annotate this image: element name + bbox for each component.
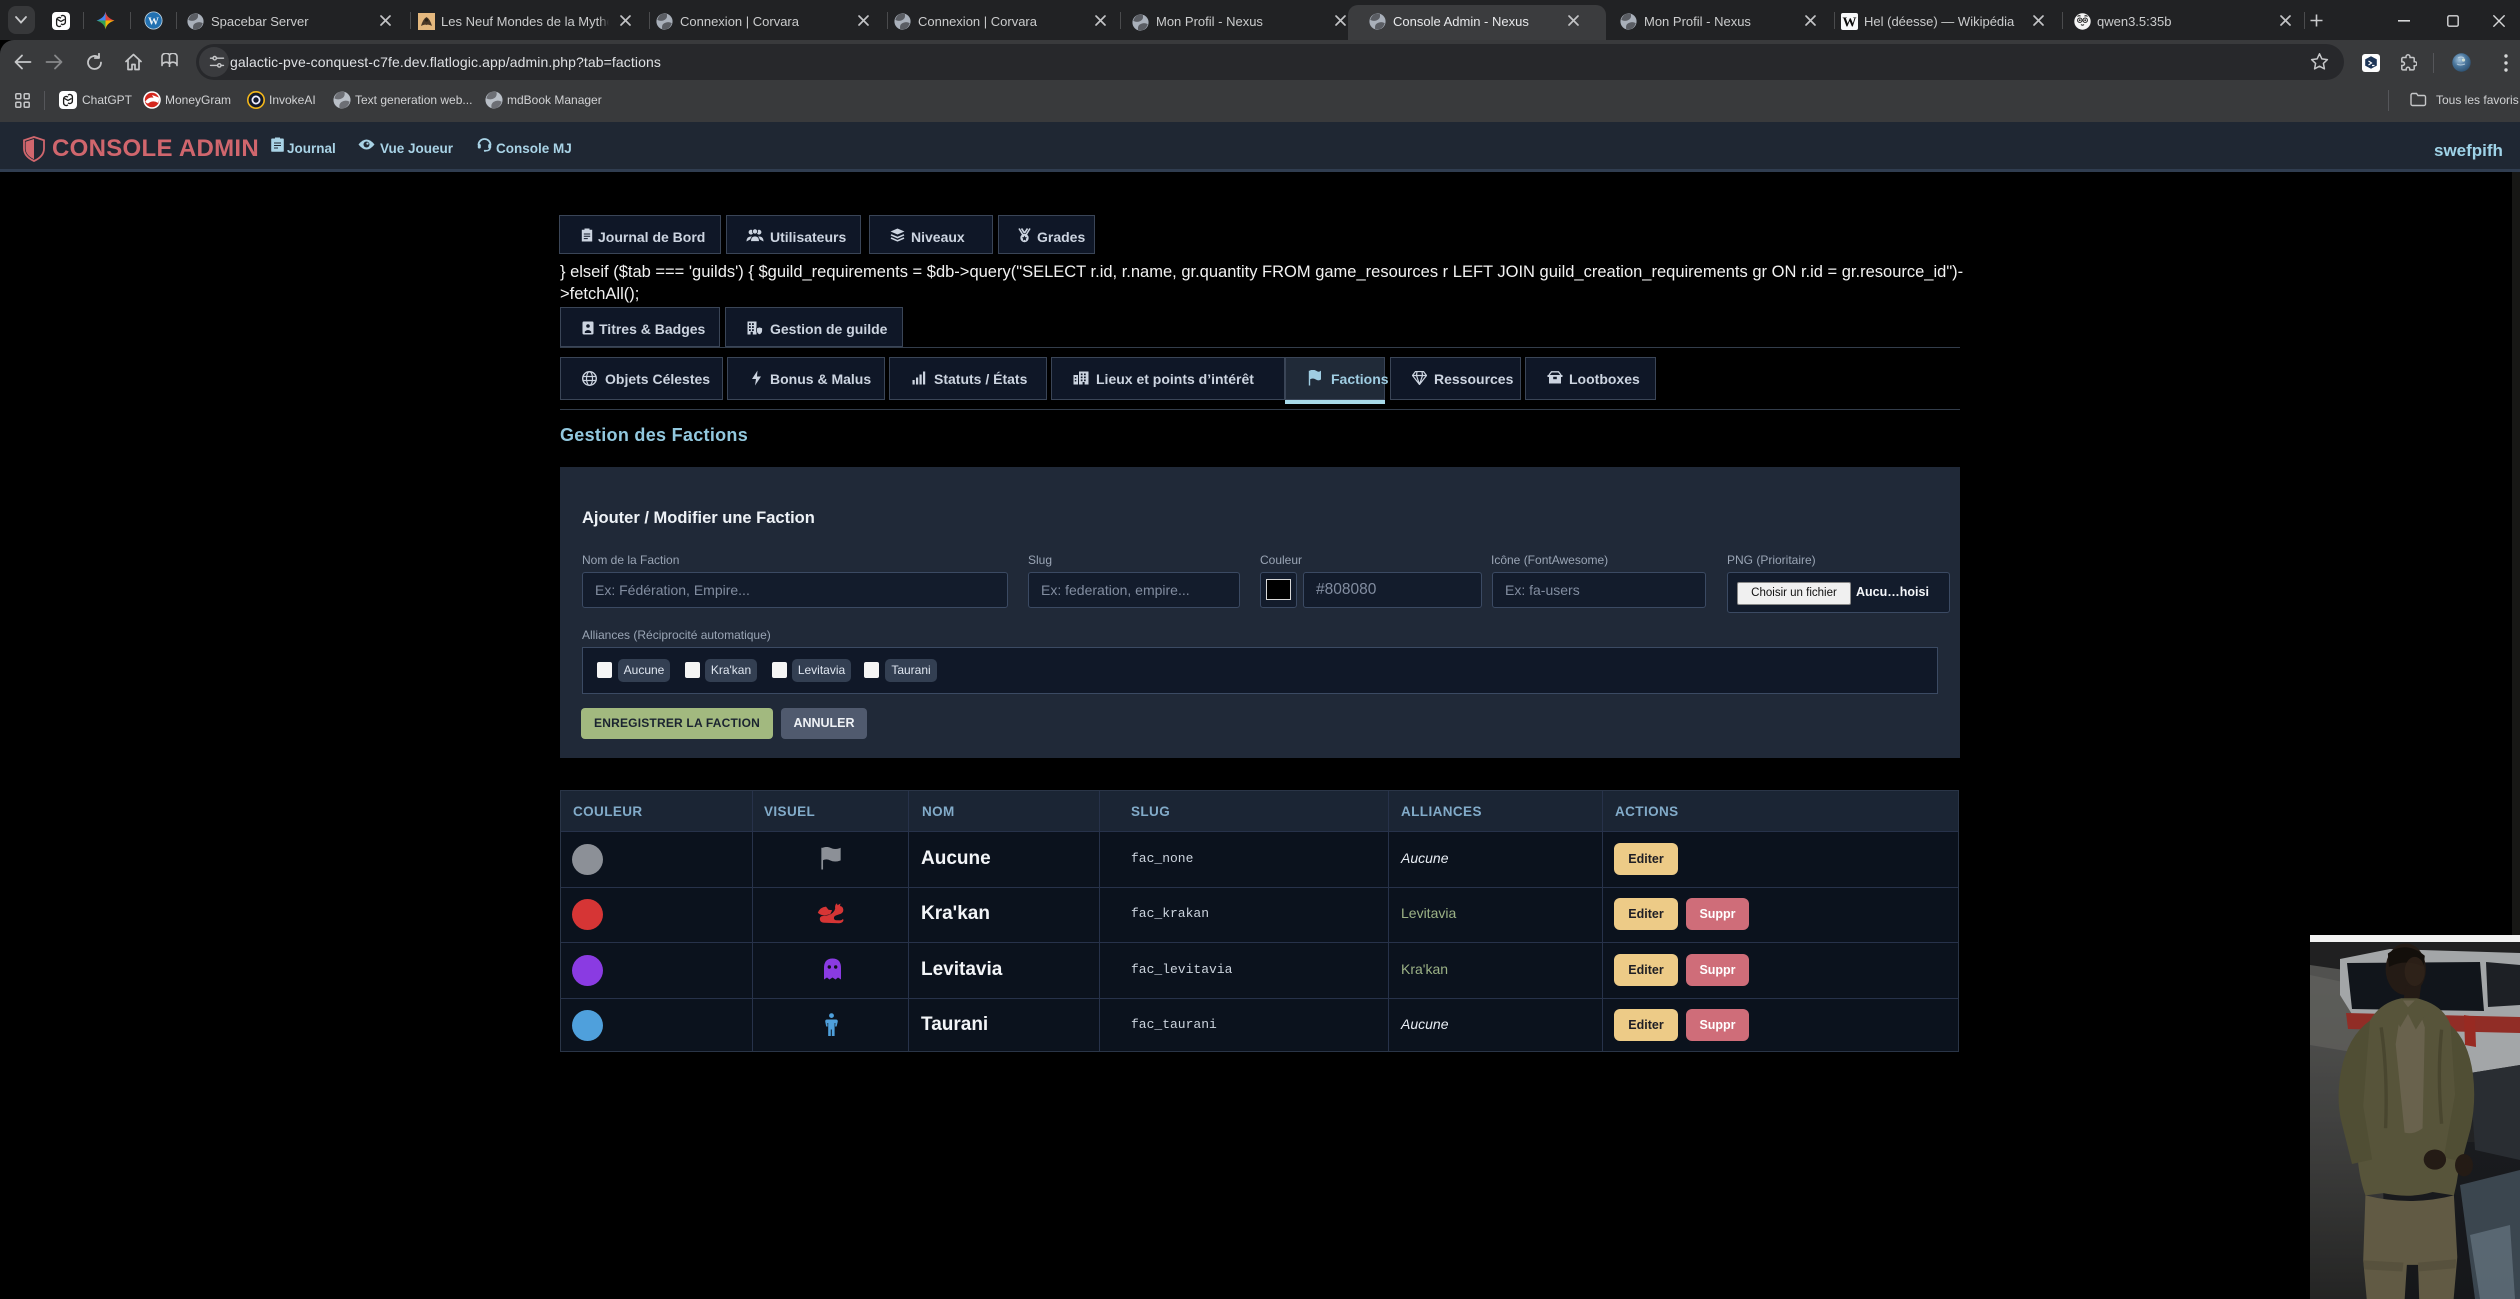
svg-text:W: W [1843,16,1857,31]
svg-text:W: W [148,15,159,27]
